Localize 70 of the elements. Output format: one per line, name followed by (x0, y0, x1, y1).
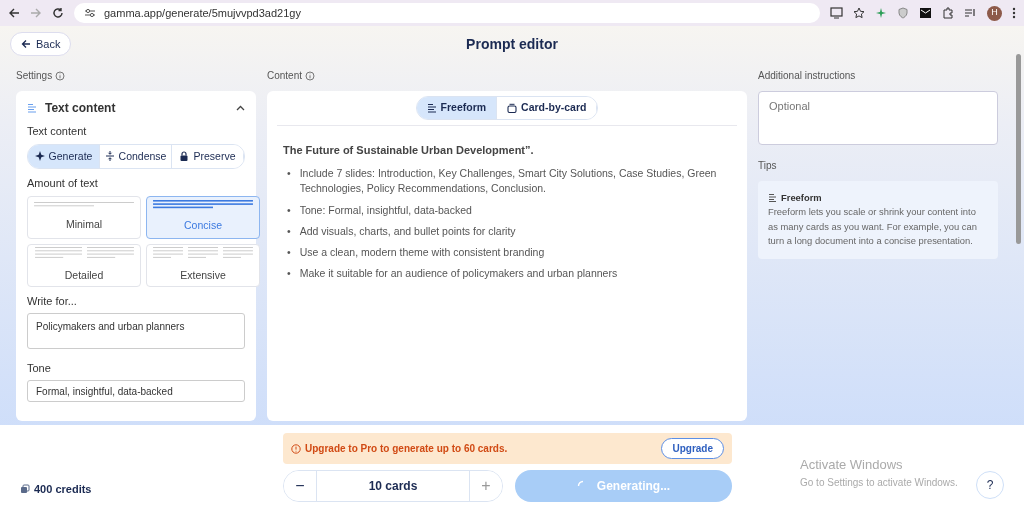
condense-icon (104, 151, 115, 162)
activation-title: Activate Windows (800, 456, 904, 474)
prompt-bullet: Include 7 slides: Introduction, Key Challenges, Smart City Solutions, Case Studies, Green Technologies, Policy Recommendations, Conclusion. (299, 166, 718, 197)
text-preview-icon (153, 200, 253, 211)
info-icon (305, 70, 316, 81)
section-label: Settings (16, 69, 53, 83)
chevron-up-icon[interactable] (236, 105, 245, 111)
amount-option[interactable]: Detailed (27, 243, 141, 287)
field-label: Write for... (27, 293, 78, 309)
help-button[interactable]: ? (976, 471, 1004, 499)
activation-text: Go to Settings to activate Windows. (800, 475, 958, 490)
url-text: gamma.app/generate/5mujvvpd3ad21gy (104, 5, 301, 21)
bullet-marker: • (287, 266, 291, 282)
back-arrow-icon[interactable] (8, 7, 20, 19)
tone-field[interactable]: Formal, insightful, data-backed (27, 380, 245, 403)
alert-icon (291, 443, 301, 454)
back-button[interactable]: Back (10, 31, 72, 57)
more-icon[interactable] (1012, 7, 1016, 19)
prompt-bullet: Tone: Formal, insightful, data-backed (299, 202, 472, 218)
prompt-bullet: Make it suitable for an audience of policymakers and urban planners (299, 266, 618, 282)
page-title: Prompt editor (466, 34, 558, 54)
text-preview-icon (34, 246, 134, 260)
shield-icon[interactable] (897, 7, 909, 19)
mode-tab[interactable]: Freeform (416, 97, 498, 119)
text-lines-icon (426, 102, 437, 113)
text-lines-icon (768, 193, 777, 203)
field-label: Amount of text (27, 176, 99, 192)
prompt-bullet: Add visuals, charts, and bullet points for clarity (299, 223, 516, 239)
section-label: Additional instructions (758, 69, 856, 83)
scrollbar-thumb[interactable] (1016, 54, 1021, 244)
profile-avatar[interactable]: H (987, 5, 1002, 21)
site-settings-icon (84, 8, 96, 18)
coins-icon (20, 483, 30, 494)
puzzle-icon[interactable] (942, 7, 954, 19)
sparkle-icon (34, 151, 45, 162)
text-preview-icon (153, 246, 253, 260)
credits-count: 400 credits (34, 481, 92, 497)
segment-option[interactable]: Generate (28, 144, 100, 169)
upgrade-button[interactable]: Upgrade (661, 438, 724, 459)
bullet-marker: • (287, 223, 291, 239)
reload-icon[interactable] (52, 7, 64, 19)
amount-option[interactable]: Concise (146, 195, 260, 239)
prompt-heading: The Future of Sustainable Urban Development”. (283, 142, 535, 158)
text-preview-icon (34, 202, 134, 209)
section-label: Tips (758, 158, 777, 173)
amount-option[interactable]: Minimal (27, 195, 141, 239)
prompt-bullet: Use a clean, modern theme with consistent branding (299, 245, 545, 261)
tip-text: Freeform lets you scale or shrink your content into as many cards as you want. For example, you can turn a long document into a concise presentation. (768, 205, 978, 249)
lock-icon (179, 151, 190, 162)
instructions-field[interactable]: Optional (758, 91, 998, 145)
star-icon[interactable] (853, 7, 865, 19)
text-lines-icon (27, 103, 37, 113)
bullet-marker: • (287, 245, 291, 261)
tip-title: Freeform (781, 190, 822, 205)
arrow-icon (21, 39, 31, 49)
section-title: Text content (45, 100, 117, 117)
media-icon[interactable] (964, 7, 977, 19)
address-bar[interactable]: gamma.app/generate/5mujvvpd3ad21gy (74, 3, 820, 23)
field-label: Text content (27, 124, 88, 139)
banner-message: Upgrade to Pro to generate up to 60 cards. (305, 442, 508, 456)
bullet-marker: • (287, 202, 291, 218)
info-icon (55, 70, 66, 81)
section-label: Content (267, 69, 303, 83)
card-stack-icon (507, 102, 518, 113)
amount-option[interactable]: Extensive (146, 243, 260, 287)
mail-icon[interactable] (919, 7, 932, 19)
extension-icon[interactable] (875, 7, 887, 19)
field-label: Tone (27, 360, 52, 376)
audience-field[interactable]: Policymakers and urban planners (27, 313, 245, 350)
bullet-marker: • (287, 166, 291, 182)
